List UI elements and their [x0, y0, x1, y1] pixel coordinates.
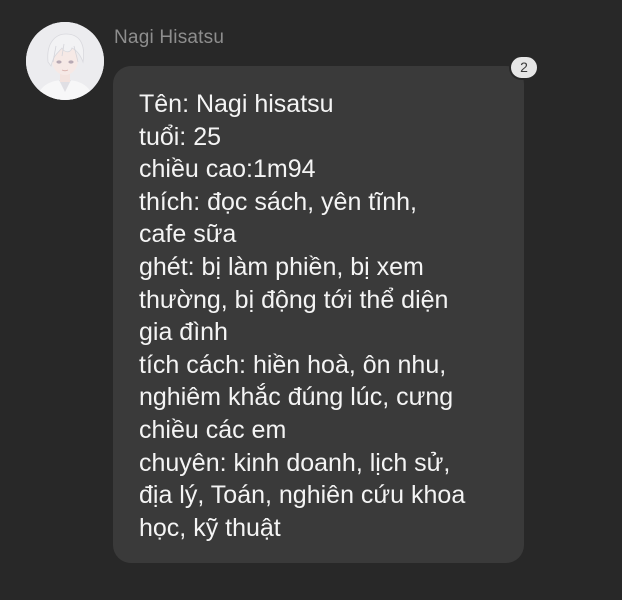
message-line: địa lý, Toán, nghiên cứu khoa: [139, 481, 466, 510]
message-line: Tên: Nagi hisatsu: [139, 90, 334, 118]
message-text: Tên: Nagi hisatsu tuổi: 25 chiều cao:1m9…: [139, 88, 506, 544]
message-line: ghét: bị làm phiền, bị xem: [139, 252, 424, 281]
avatar[interactable]: [26, 22, 104, 100]
message-line: học, kỹ thuật: [139, 513, 281, 542]
message-line: chuyên: kinh doanh, lịch sử,: [139, 448, 451, 477]
message-line: tích cách: hiền hoà, ôn nhu,: [139, 350, 447, 379]
message-line: cafe sữa: [139, 220, 237, 249]
message-line: chiều các em: [139, 415, 287, 444]
sender-name[interactable]: Nagi Hisatsu: [114, 27, 224, 49]
message-line: thường, bị động tới thể diện: [139, 285, 449, 314]
message-line: tuổi: 25: [139, 122, 222, 151]
avatar-image: [26, 22, 104, 100]
chat-area: Nagi Hisatsu Tên: Nagi hisatsu tuổi: 25 …: [0, 0, 622, 600]
message-line: chiều cao:1m94: [139, 155, 316, 184]
message-line: gia đình: [139, 318, 228, 347]
reaction-count-badge[interactable]: 2: [509, 55, 539, 80]
message-bubble[interactable]: Tên: Nagi hisatsu tuổi: 25 chiều cao:1m9…: [113, 66, 524, 563]
message-line: thích: đọc sách, yên tĩnh,: [139, 187, 417, 216]
message-line: nghiêm khắc đúng lúc, cưng: [139, 383, 454, 412]
